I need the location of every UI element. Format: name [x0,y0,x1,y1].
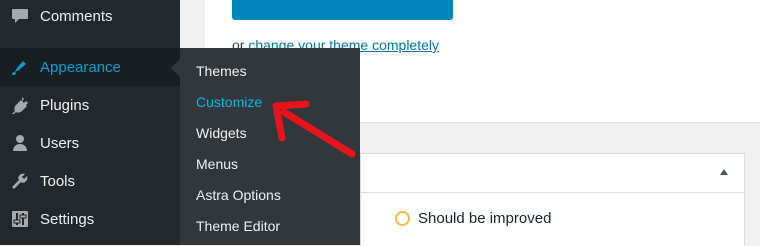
submenu-item-widgets[interactable]: Widgets [196,122,247,144]
sidebar-item-label: Tools [40,172,76,190]
settings-sliders-icon [10,209,30,229]
sidebar-item-label: Appearance [40,58,121,76]
sidebar-item-label: Comments [40,7,113,25]
primary-button[interactable] [232,0,453,20]
plug-icon [10,95,30,115]
readability-box: Should be improved [360,153,745,246]
admin-sidebar: Comments Appearance Plugins Users Tools … [0,0,180,245]
sidebar-item-label: Settings [40,210,95,228]
flyout-pointer [171,59,180,77]
submenu-item-menus[interactable]: Menus [196,153,238,175]
status-text: Should be improved [418,210,552,227]
status-circle-icon [395,211,410,226]
submenu-item-themes[interactable]: Themes [196,60,247,82]
paintbrush-icon [10,57,30,77]
sidebar-item-tools[interactable]: Tools [0,162,180,200]
sidebar-item-plugins[interactable]: Plugins [0,86,180,124]
sidebar-item-comments[interactable]: Comments [0,0,180,35]
user-icon [10,133,30,153]
sidebar-item-appearance[interactable]: Appearance [0,48,180,86]
collapse-caret-icon[interactable] [720,169,728,175]
submenu-item-astra-options[interactable]: Astra Options [196,184,281,206]
submenu-item-theme-editor[interactable]: Theme Editor [196,215,280,237]
comments-icon [10,6,30,26]
box-divider [361,192,744,193]
sidebar-item-label: Plugins [40,96,90,114]
status-row: Should be improved [395,210,551,227]
sidebar-item-settings[interactable]: Settings [0,200,180,238]
sidebar-item-users[interactable]: Users [0,124,180,162]
sidebar-item-label: Users [40,134,80,152]
annotation-arrow-icon [272,100,356,158]
submenu-item-customize[interactable]: Customize [196,91,262,113]
wrench-icon [10,171,30,191]
